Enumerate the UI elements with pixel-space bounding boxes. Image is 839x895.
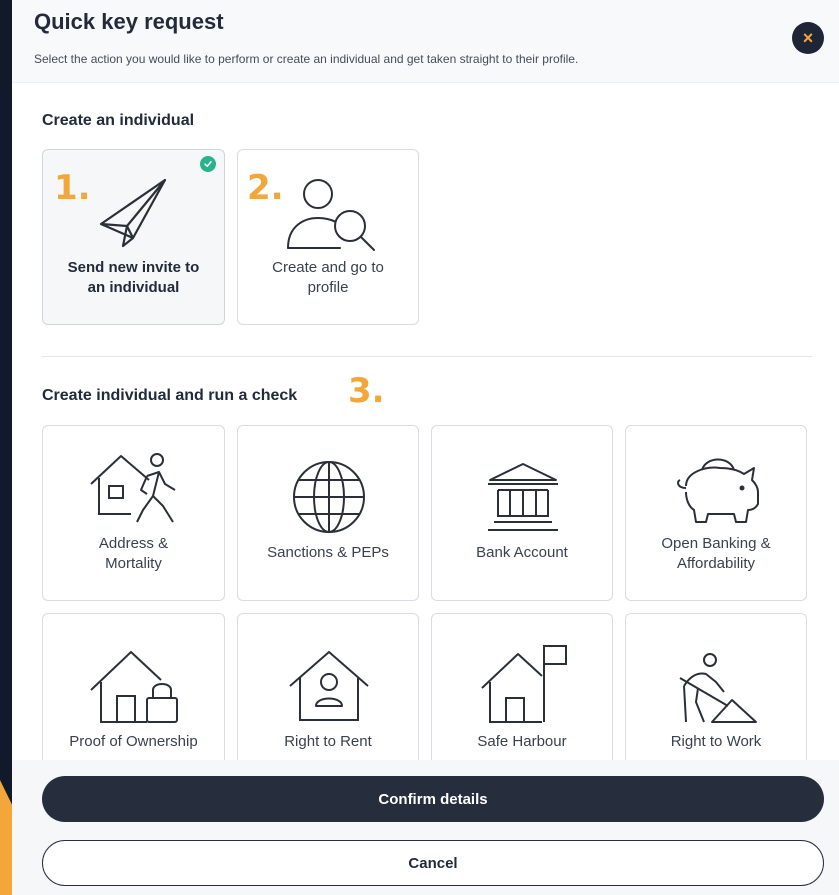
house-flag-icon [481, 645, 567, 723]
card-address-mortality[interactable]: Address & Mortality [42, 425, 225, 601]
card-label-line2: Affordability [676, 555, 756, 572]
section-title-create-individual: Create an individual [42, 112, 195, 129]
card-label-line1: Bank Account [476, 544, 568, 561]
house-walking-person-icon [90, 453, 176, 523]
card-bank-account[interactable]: Bank Account [431, 425, 613, 601]
selected-check-icon [200, 156, 216, 172]
card-open-banking[interactable]: Open Banking & Affordability [625, 425, 807, 601]
card-sanctions-peps[interactable]: Sanctions & PEPs [237, 425, 419, 601]
modal-footer: Confirm details Cancel [12, 760, 839, 895]
step-number-3: 3. [348, 371, 385, 411]
bank-icon [488, 463, 558, 531]
house-lock-icon [90, 651, 178, 723]
card-label-line1: Right to Rent [284, 733, 372, 750]
card-label-line1: Send new invite to [67, 259, 200, 276]
section-title-run-check: Create individual and run a check [42, 387, 298, 404]
card-label-line2: Mortality [105, 555, 162, 572]
modal-header: Quick key request Select the action you … [12, 0, 839, 83]
close-button[interactable]: × [792, 22, 824, 54]
step-number-2: 2. [247, 168, 284, 208]
backdrop [0, 0, 12, 895]
house-person-icon [289, 651, 369, 721]
paper-plane-icon [99, 178, 167, 248]
modal-subtitle: Select the action you would like to perf… [34, 52, 579, 66]
globe-icon [293, 461, 365, 533]
card-label-line1: Open Banking & [661, 535, 771, 552]
close-icon: × [802, 27, 814, 48]
card-label-line1: Create and go to [272, 259, 384, 276]
confirm-details-button[interactable]: Confirm details [42, 776, 824, 822]
cancel-button[interactable]: Cancel [42, 840, 824, 886]
card-label-line1: Right to Work [670, 733, 762, 750]
card-label-line2: profile [307, 279, 349, 296]
section-divider [42, 356, 812, 357]
card-label-line1: Address & [98, 535, 169, 552]
step-number-1: 1. [54, 168, 91, 208]
person-search-icon [287, 179, 375, 251]
card-label-line1: Safe Harbour [477, 733, 567, 750]
card-label-line1: Sanctions & PEPs [267, 544, 389, 561]
quick-key-request-modal: Quick key request Select the action you … [12, 0, 839, 895]
piggy-bank-icon [677, 458, 759, 523]
modal-title: Quick key request [34, 9, 224, 34]
worker-shovel-icon [679, 653, 757, 723]
card-label-line2: an individual [87, 279, 180, 296]
card-label-line1: Proof of Ownership [69, 733, 198, 750]
